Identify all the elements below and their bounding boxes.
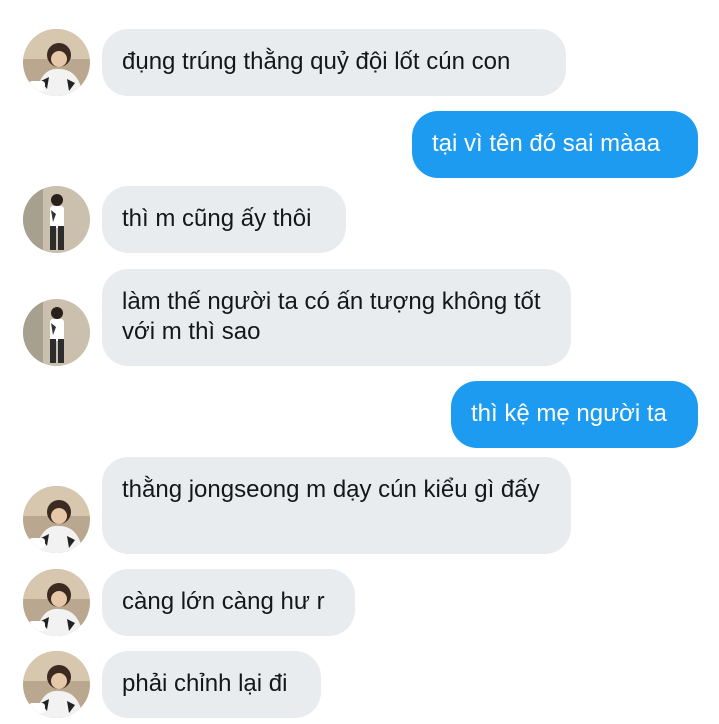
message-bubble-outgoing[interactable]: tại vì tên đó sai màaa	[412, 111, 698, 178]
message-bubble-outgoing[interactable]: thì kệ mẹ người ta	[451, 381, 698, 448]
sender-avatar[interactable]	[23, 651, 90, 718]
message-bubble-incoming[interactable]: thằng jongseong m dạy cún kiểu gì đấy	[102, 457, 571, 554]
message-text: đụng trúng thằng quỷ đội lốt cún con	[122, 48, 511, 75]
avatar-photo-b	[23, 186, 90, 253]
sender-avatar[interactable]	[23, 186, 90, 253]
message-bubble-incoming[interactable]: đụng trúng thằng quỷ đội lốt cún con	[102, 29, 566, 96]
avatar-photo-a	[23, 29, 90, 96]
avatar-photo-a	[23, 651, 90, 718]
sender-avatar[interactable]	[23, 486, 90, 553]
message-bubble-incoming[interactable]: thì m cũng ấy thôi	[102, 186, 346, 253]
sender-avatar[interactable]	[23, 299, 90, 366]
message-text: làm thế người ta có ấn tượng không tốt v…	[122, 288, 541, 345]
avatar-photo-a	[23, 569, 90, 636]
message-bubble-incoming[interactable]: làm thế người ta có ấn tượng không tốt v…	[102, 269, 571, 366]
message-bubble-incoming[interactable]: càng lớn càng hư r	[102, 569, 355, 636]
avatar-photo-a	[23, 486, 90, 553]
message-text: thì m cũng ấy thôi	[122, 205, 312, 232]
message-text: thằng jongseong m dạy cún kiểu gì đấy	[122, 476, 540, 503]
sender-avatar[interactable]	[23, 29, 90, 96]
message-text: tại vì tên đó sai màaa	[432, 130, 661, 157]
message-text: phải chỉnh lại đi	[122, 670, 288, 697]
message-bubble-incoming[interactable]: phải chỉnh lại đi	[102, 651, 321, 718]
avatar-photo-b	[23, 299, 90, 366]
message-text: thì kệ mẹ người ta	[471, 400, 667, 427]
sender-avatar[interactable]	[23, 569, 90, 636]
message-text: càng lớn càng hư r	[122, 588, 325, 615]
